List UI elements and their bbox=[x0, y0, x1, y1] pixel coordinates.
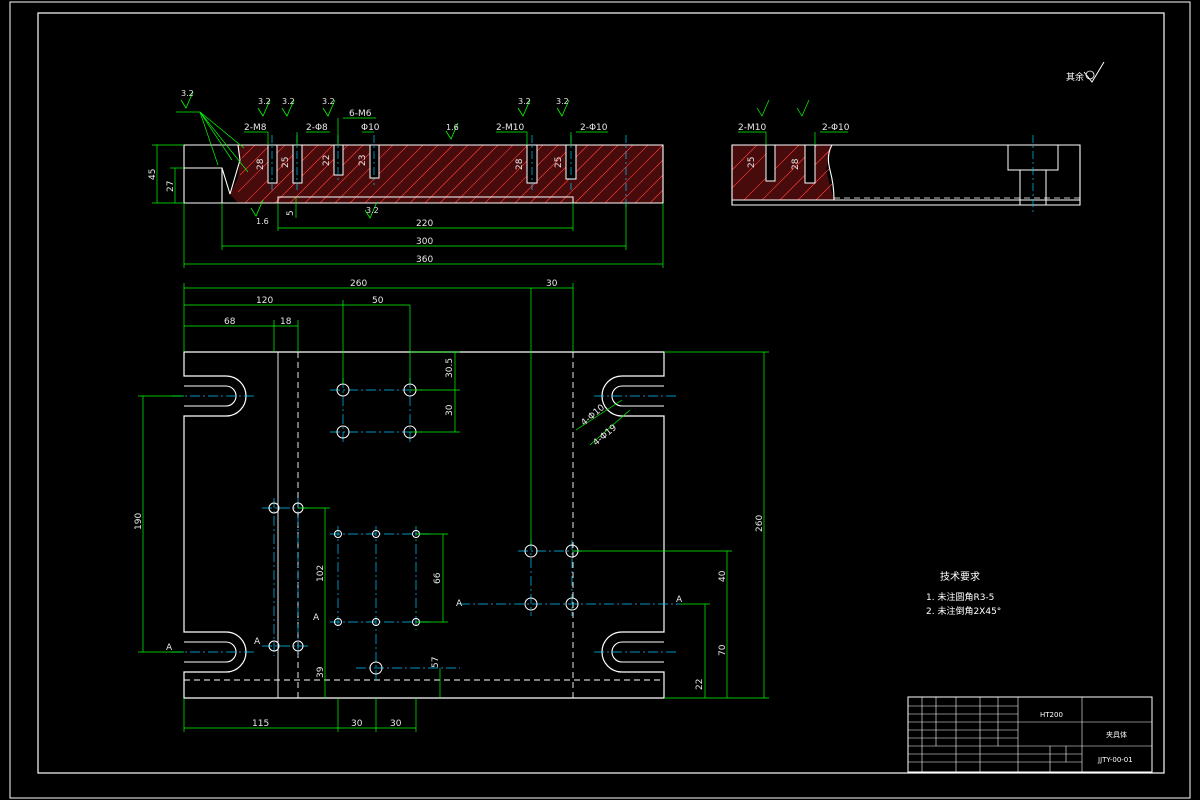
dim-260: 260 bbox=[350, 279, 367, 289]
technical-notes: 技术要求 1. 未注圆角R3-5 2. 未注倒角2X45° bbox=[926, 570, 1001, 617]
section-mark-a: A bbox=[166, 643, 173, 653]
depth-23: 23 bbox=[358, 155, 368, 166]
roughness-value: 3.2 bbox=[556, 97, 569, 106]
dim-39: 39 bbox=[316, 666, 326, 678]
plan-dimension-lines bbox=[138, 283, 769, 732]
top-section-view: 3.2 3.2 3.2 3.2 3.2 3.2 1.6 1.6 3.2 2-M8… bbox=[148, 89, 664, 268]
side-depth-28: 28 bbox=[791, 158, 801, 170]
depth-28: 28 bbox=[256, 158, 266, 170]
dim-30-b1: 30 bbox=[351, 719, 363, 729]
section-mark-a: A bbox=[313, 613, 320, 623]
dim-30-top: 30 bbox=[546, 279, 558, 289]
u-slot-inner bbox=[184, 385, 664, 663]
dim-40: 40 bbox=[718, 570, 728, 582]
section-mark-a: A bbox=[456, 599, 463, 609]
dim-27: 27 bbox=[166, 181, 176, 192]
dim-70: 70 bbox=[718, 644, 728, 656]
finish-circle-icon bbox=[1085, 70, 1095, 80]
notes-title: 技术要求 bbox=[940, 570, 980, 583]
side-callout-2-m10: 2-M10 bbox=[738, 123, 766, 133]
dim-50: 50 bbox=[372, 296, 384, 306]
dim-220: 220 bbox=[416, 219, 433, 229]
side-depth-25: 25 bbox=[747, 157, 757, 168]
callout-2-phi8: 2-Φ8 bbox=[306, 123, 328, 133]
dim-22: 22 bbox=[695, 679, 705, 690]
depth-25b: 25 bbox=[554, 157, 564, 168]
side-callout-2-phi10: 2-Φ10 bbox=[822, 123, 850, 133]
callout-2-m8: 2-M8 bbox=[244, 123, 267, 133]
drawing-number: JJTY-00-01 bbox=[1097, 756, 1133, 764]
roughness-value: 3.2 bbox=[282, 97, 295, 106]
material-label: HT200 bbox=[1040, 711, 1063, 719]
plan-view: 260 30 120 50 68 18 30.5 30 190 102 66 2… bbox=[134, 279, 769, 732]
depth-25: 25 bbox=[281, 157, 291, 168]
roughness-value: 3.2 bbox=[258, 97, 271, 106]
callout-2-m10: 2-M10 bbox=[496, 123, 524, 133]
depth-28b: 28 bbox=[515, 158, 525, 170]
dim-30-right: 30 bbox=[445, 404, 455, 416]
dim-45: 45 bbox=[148, 169, 158, 180]
dim-66: 66 bbox=[433, 572, 443, 584]
plan-holes bbox=[268, 383, 579, 675]
depth-22: 22 bbox=[322, 155, 332, 166]
dim-190: 190 bbox=[134, 513, 144, 530]
outer-frame bbox=[9, 1, 1191, 799]
hole-label-phi10: 4-Φ10 bbox=[580, 403, 608, 429]
dim-18: 18 bbox=[280, 317, 292, 327]
dim-68: 68 bbox=[224, 317, 236, 327]
plan-centerlines bbox=[172, 378, 680, 680]
callout-6-m6: 6-M6 bbox=[349, 109, 372, 119]
callout-2-phi10: 2-Φ10 bbox=[580, 123, 608, 133]
dim-102: 102 bbox=[316, 565, 326, 582]
roughness-value: 3.2 bbox=[366, 206, 379, 215]
hole-label-phi19: 4-Φ19 bbox=[592, 423, 620, 449]
dim-120: 120 bbox=[256, 296, 273, 306]
dim-30-5: 30.5 bbox=[445, 358, 455, 378]
dim-5: 5 bbox=[286, 210, 296, 216]
roughness-value: 3.2 bbox=[181, 89, 194, 98]
part-name: 夹具体 bbox=[1106, 730, 1127, 739]
side-section-view: 2-M10 2-Φ10 25 28 其余 bbox=[731, 61, 1105, 215]
roughness-value: 3.2 bbox=[322, 97, 335, 106]
roughness-value: 3.2 bbox=[518, 97, 531, 106]
dim-115: 115 bbox=[252, 719, 269, 729]
dim-300: 300 bbox=[416, 237, 433, 247]
section-mark-a: A bbox=[254, 637, 261, 647]
section-mark-a: A bbox=[676, 595, 683, 605]
general-finish-note: 其余 bbox=[1066, 71, 1084, 83]
dim-57: 57 bbox=[431, 657, 441, 668]
note-item-2: 2. 未注倒角2X45° bbox=[926, 605, 1001, 617]
roughness-value: 1.6 bbox=[256, 217, 269, 226]
dim-260-right: 260 bbox=[755, 515, 765, 532]
title-block: HT200 夹具体 JJTY-00-01 bbox=[907, 696, 1153, 773]
dim-360: 360 bbox=[416, 255, 433, 265]
dim-30-b2: 30 bbox=[390, 719, 402, 729]
callout-phi10: Φ10 bbox=[361, 123, 380, 133]
roughness-value: 1.6 bbox=[446, 123, 459, 132]
cad-drawing: 3.2 3.2 3.2 3.2 3.2 3.2 1.6 1.6 3.2 2-M8… bbox=[9, 1, 1191, 799]
note-item-1: 1. 未注圆角R3-5 bbox=[926, 591, 994, 603]
